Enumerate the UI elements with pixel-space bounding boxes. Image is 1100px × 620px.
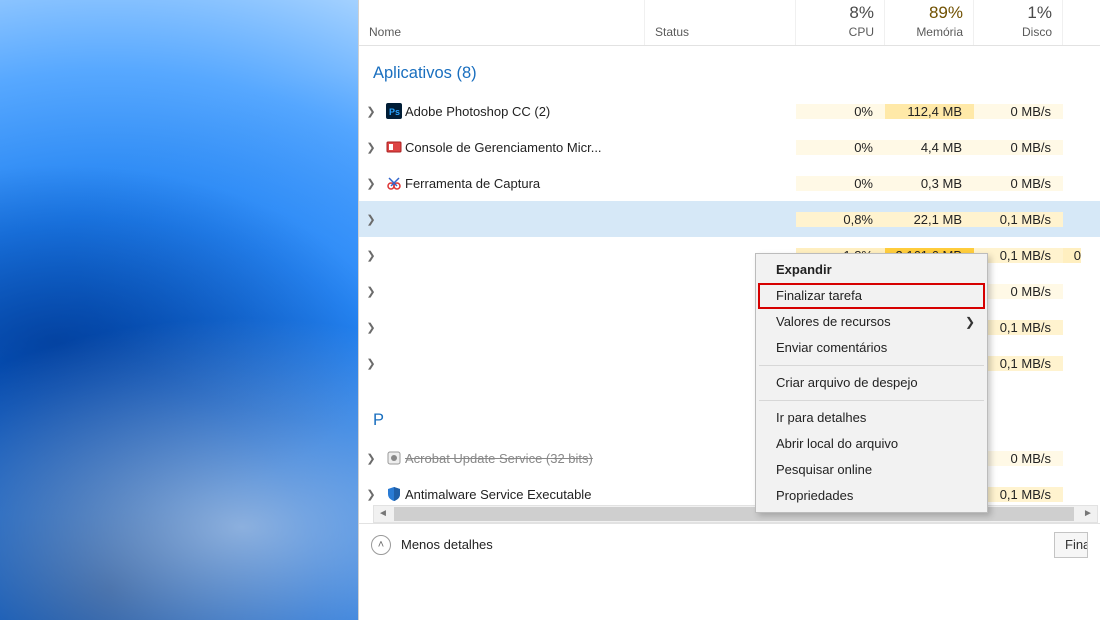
- context-menu-item[interactable]: Finalizar tarefa: [758, 283, 985, 309]
- process-list-body: Aplicativos (8) ❯ Ps Adobe Photoshop CC (2…: [359, 46, 1100, 565]
- process-row[interactable]: ❯0%41,4 MB0,1 MB/s: [359, 309, 1100, 345]
- process-row[interactable]: ❯1,8%2.161,6 MB0,1 MB/s0: [359, 237, 1100, 273]
- process-extra: 0: [1063, 248, 1081, 263]
- process-memory: 4,4 MB: [885, 140, 974, 155]
- process-row[interactable]: ❯Acrobat Update Service (32 bits)0%0,1 M…: [359, 440, 1100, 476]
- process-row[interactable]: ❯0,1%37,8 MB0,1 MB/s: [359, 345, 1100, 381]
- process-memory: 22,1 MB: [885, 212, 974, 227]
- col-disk[interactable]: 1% Disco: [974, 0, 1063, 45]
- process-row[interactable]: ❯0%51,2 MB0 MB/s: [359, 273, 1100, 309]
- expand-chevron-icon[interactable]: ❯: [359, 249, 383, 262]
- context-menu-item[interactable]: Criar arquivo de despejo: [758, 370, 985, 396]
- process-row[interactable]: ❯ 0,8%22,1 MB0,1 MB/s: [359, 201, 1100, 237]
- process-cpu: 0,8%: [796, 212, 885, 227]
- expand-chevron-icon[interactable]: ❯: [359, 321, 383, 334]
- col-memory[interactable]: 89% Memória: [885, 0, 974, 45]
- process-disk: 0,1 MB/s: [974, 212, 1063, 227]
- expand-chevron-icon[interactable]: ❯: [359, 141, 383, 154]
- context-menu-item[interactable]: Valores de recursos❯: [758, 309, 985, 335]
- context-menu-separator: [759, 365, 984, 366]
- scroll-left-arrow-icon[interactable]: ◄: [374, 506, 392, 522]
- col-status-label: Status: [655, 25, 689, 39]
- col-status[interactable]: Status: [645, 0, 796, 45]
- expand-chevron-icon[interactable]: ❯: [359, 285, 383, 298]
- context-menu-item[interactable]: Propriedades: [758, 483, 985, 509]
- process-row[interactable]: ❯ Ps Adobe Photoshop CC (2) 0%112,4 MB0 MB/…: [359, 93, 1100, 129]
- context-menu: ExpandirFinalizar tarefaValores de recur…: [755, 253, 988, 513]
- context-menu-item[interactable]: Ir para detalhes: [758, 405, 985, 431]
- col-name-label: Nome: [369, 25, 401, 39]
- context-menu-item[interactable]: Expandir: [758, 257, 985, 283]
- process-row[interactable]: ❯ Console de Gerenciamento Micr... 0%4,4 M…: [359, 129, 1100, 165]
- fewer-details-label[interactable]: Menos detalhes: [401, 537, 493, 552]
- end-task-button[interactable]: Fina: [1054, 532, 1088, 558]
- process-name: Ferramenta de Captura: [405, 176, 645, 191]
- process-memory: 112,4 MB: [885, 104, 974, 119]
- expand-chevron-icon[interactable]: ❯: [359, 105, 383, 118]
- col-disk-label: Disco: [1022, 25, 1052, 39]
- process-icon: [383, 486, 405, 502]
- process-cpu: 0%: [796, 176, 885, 191]
- process-disk: 0 MB/s: [974, 104, 1063, 119]
- col-cpu-label: CPU: [849, 25, 874, 39]
- process-disk: 0 MB/s: [974, 140, 1063, 155]
- expand-chevron-icon[interactable]: ❯: [359, 177, 383, 190]
- process-name: Antimalware Service Executable: [405, 487, 645, 502]
- col-extra: [1063, 0, 1083, 45]
- mem-usage-pct: 89%: [929, 3, 963, 23]
- process-name: Console de Gerenciamento Micr...: [405, 140, 645, 155]
- process-icon: Ps: [383, 103, 405, 119]
- process-name: Acrobat Update Service (32 bits): [405, 451, 645, 466]
- process-cpu: 0%: [796, 140, 885, 155]
- submenu-chevron-icon: ❯: [965, 309, 975, 335]
- col-memory-label: Memória: [916, 25, 963, 39]
- expand-chevron-icon[interactable]: ❯: [359, 213, 383, 226]
- context-menu-separator: [759, 400, 984, 401]
- context-menu-item[interactable]: Enviar comentários: [758, 335, 985, 361]
- svg-text:Ps: Ps: [389, 107, 400, 117]
- col-cpu[interactable]: 8% CPU: [796, 0, 885, 45]
- cpu-usage-pct: 8%: [849, 3, 874, 23]
- footer-bar: ˄ Menos detalhes Fina: [359, 523, 1100, 565]
- scroll-right-arrow-icon[interactable]: ►: [1079, 506, 1097, 522]
- expand-chevron-icon[interactable]: ❯: [359, 357, 383, 370]
- context-menu-item[interactable]: Abrir local do arquivo: [758, 431, 985, 457]
- section-background-title: P: [359, 393, 1100, 440]
- context-menu-item[interactable]: Pesquisar online: [758, 457, 985, 483]
- horizontal-scrollbar[interactable]: ◄ ►: [373, 505, 1098, 523]
- process-memory: 0,3 MB: [885, 176, 974, 191]
- disk-usage-pct: 1%: [1027, 3, 1052, 23]
- section-apps-title: Aplicativos (8): [359, 46, 1100, 93]
- process-icon: [383, 139, 405, 155]
- collapse-details-icon[interactable]: ˄: [371, 535, 391, 555]
- process-cpu: 0%: [796, 104, 885, 119]
- process-icon: [383, 450, 405, 466]
- col-name[interactable]: Nome: [359, 0, 645, 45]
- expand-chevron-icon[interactable]: ❯: [359, 452, 383, 465]
- process-name: Adobe Photoshop CC (2): [405, 104, 645, 119]
- process-icon: [383, 175, 405, 191]
- process-disk: 0 MB/s: [974, 176, 1063, 191]
- task-manager-window: Nome Status 8% CPU 89% Memória 1% Disco …: [358, 0, 1100, 620]
- expand-chevron-icon[interactable]: ❯: [359, 488, 383, 501]
- process-row[interactable]: ❯ Ferramenta de Captura 0%0,3 MB0 MB/s: [359, 165, 1100, 201]
- column-headers: Nome Status 8% CPU 89% Memória 1% Disco: [359, 0, 1100, 46]
